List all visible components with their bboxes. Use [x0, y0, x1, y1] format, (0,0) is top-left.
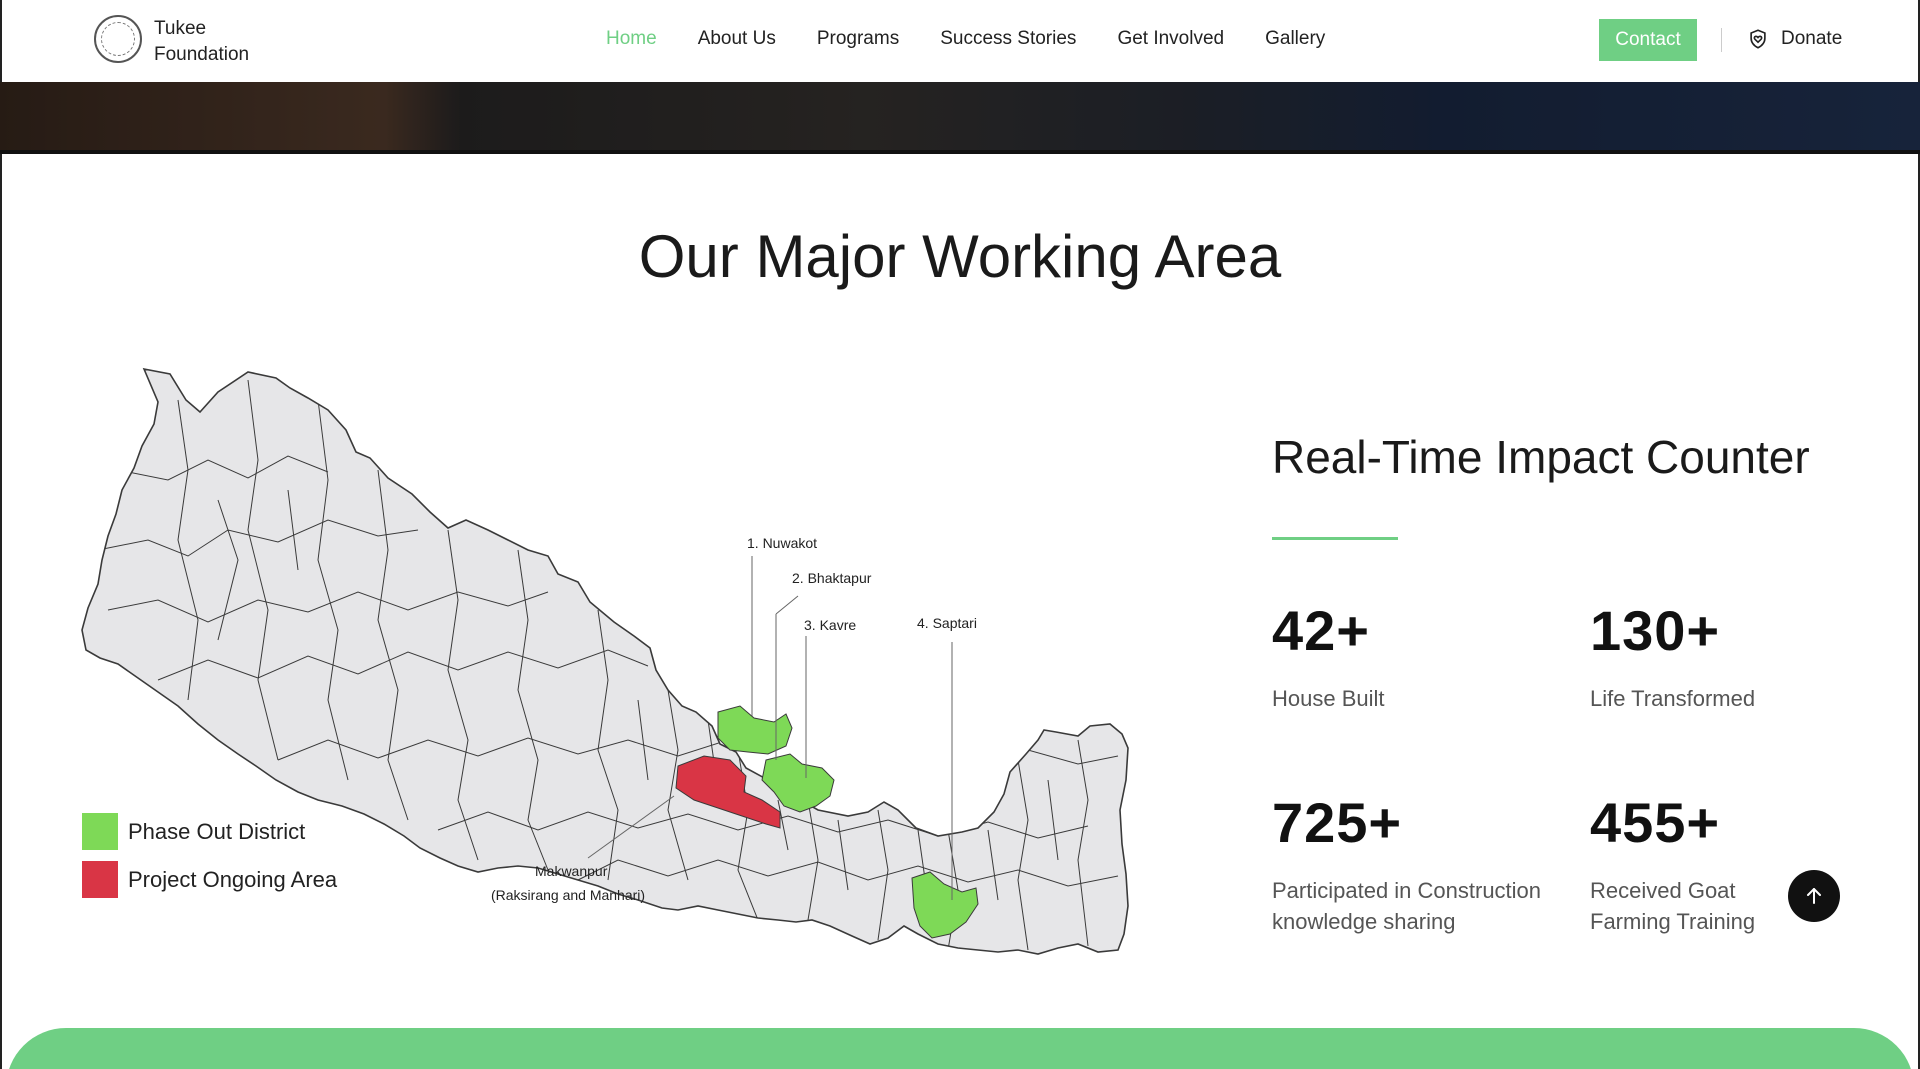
legend-phase-out: Phase Out District: [82, 813, 337, 850]
callout-bhaktapur: 2. Bhaktapur: [792, 570, 872, 586]
nav-success-stories[interactable]: Success Stories: [940, 28, 1076, 50]
logo-emblem-icon: [101, 22, 135, 56]
nav-about-us[interactable]: About Us: [698, 28, 776, 50]
window-frame-left: [0, 0, 2, 1069]
stat-label-line-1: Received Goat: [1590, 878, 1736, 903]
nav-divider: [1721, 28, 1722, 52]
legend-swatch-red: [82, 861, 118, 898]
footer-band: [6, 1028, 1914, 1069]
legend-label-phase-out: Phase Out District: [128, 818, 306, 844]
nav-programs[interactable]: Programs: [817, 28, 899, 50]
stat-goat-farming: 455+ Received Goat Farming Training: [1590, 790, 1755, 937]
stat-label: Participated in Construction knowledge s…: [1272, 875, 1541, 937]
stat-label: House Built: [1272, 686, 1385, 711]
working-area-title: Our Major Working Area: [638, 223, 1282, 290]
nav-get-involved[interactable]: Get Involved: [1117, 28, 1224, 50]
district-nuwakot: [717, 705, 793, 755]
map-legend: Phase Out District Project Ongoing Area: [82, 813, 337, 909]
callout-saptari: 4. Saptari: [917, 615, 977, 631]
scroll-to-top-button[interactable]: [1788, 870, 1840, 922]
callout-makwanpur: Makwanpur: [535, 863, 608, 879]
brand-name[interactable]: Tukee Foundation: [154, 16, 249, 68]
callout-makwanpur-sub: (Raksirang and Manhari): [491, 887, 646, 903]
stat-value: 725+: [1272, 791, 1403, 854]
stat-label-line-2: knowledge sharing: [1272, 909, 1456, 934]
top-navigation: Tukee Foundation Home About Us Programs …: [0, 0, 1920, 82]
contact-button[interactable]: Contact: [1599, 19, 1697, 61]
nav-gallery[interactable]: Gallery: [1265, 28, 1325, 50]
brand-line-1: Tukee: [154, 18, 207, 39]
stat-houses-built: 42+ House Built: [1272, 598, 1385, 714]
shield-heart-icon: [1750, 29, 1766, 49]
impact-counter-title: Real-Time Impact Counter: [1272, 431, 1810, 483]
stat-label-line-1: Participated in Construction: [1272, 878, 1542, 903]
foundation-logo[interactable]: [94, 15, 142, 63]
stat-construction-knowledge: 725+ Participated in Construction knowle…: [1272, 790, 1541, 937]
stat-label: Received Goat Farming Training: [1590, 875, 1755, 937]
donate-label: Donate: [1781, 28, 1843, 49]
stat-label-line-2: Farming Training: [1590, 909, 1756, 934]
impact-title-underline: [1272, 537, 1398, 540]
legend-ongoing: Project Ongoing Area: [82, 861, 337, 898]
stat-value: 130+: [1590, 599, 1721, 662]
stat-value: 42+: [1272, 599, 1370, 662]
nav-home[interactable]: Home: [606, 28, 657, 50]
legend-label-ongoing: Project Ongoing Area: [128, 866, 338, 892]
main-menu: Home About Us Programs Success Stories G…: [606, 28, 1366, 50]
stat-value: 455+: [1590, 791, 1721, 854]
arrow-up-icon: [1807, 888, 1821, 904]
callout-kavre: 3. Kavre: [804, 617, 857, 633]
stat-lives-transformed: 130+ Life Transformed: [1590, 598, 1755, 714]
brand-line-2: Foundation: [154, 44, 250, 65]
stat-label: Life Transformed: [1590, 686, 1756, 711]
hero-image-strip: [0, 82, 1920, 154]
legend-swatch-green: [82, 813, 118, 850]
donate-link[interactable]: Donate: [1747, 28, 1842, 50]
callout-nuwakot: 1. Nuwakot: [747, 535, 818, 551]
